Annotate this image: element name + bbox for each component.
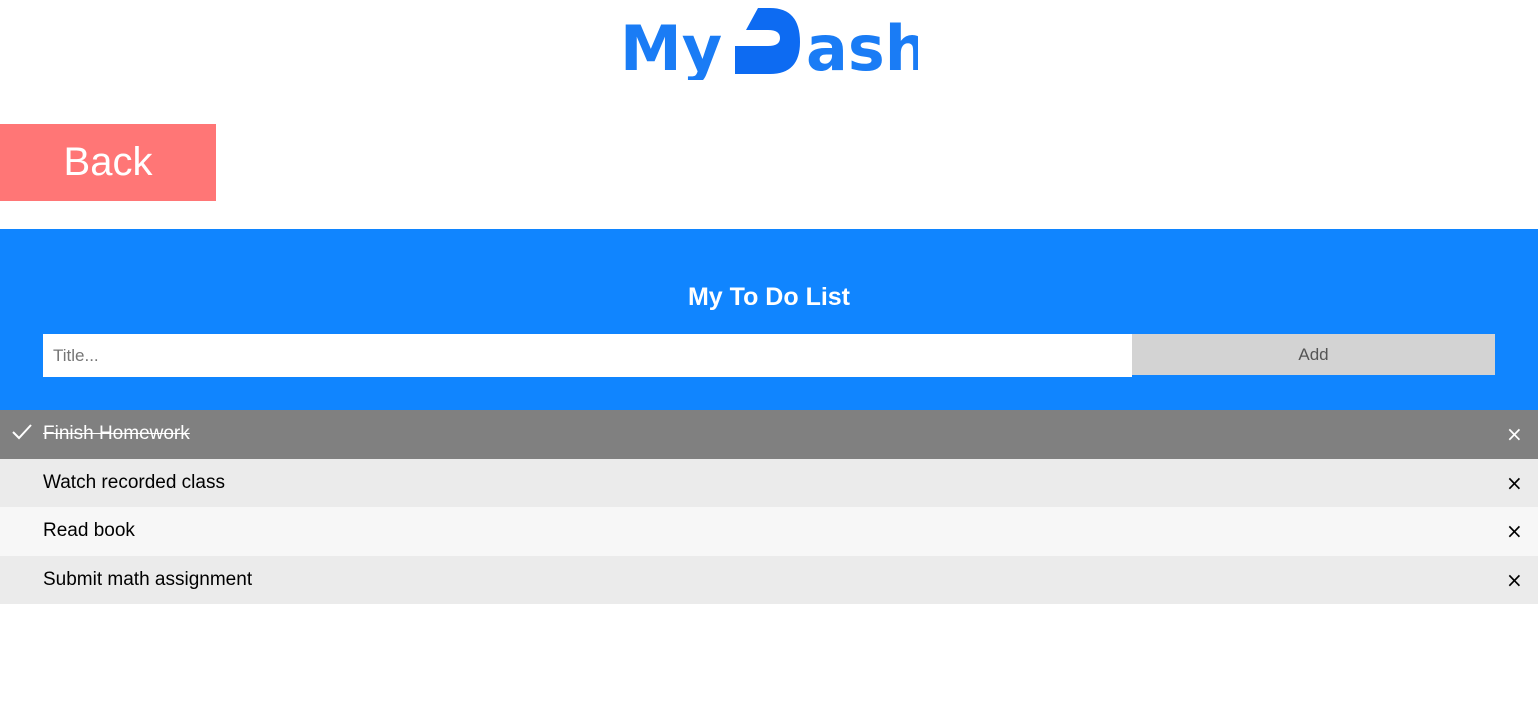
todo-list: Finish Homework × Watch recorded class ×… <box>0 410 1538 604</box>
todo-title-input[interactable] <box>43 334 1132 377</box>
todo-item-submit-math-assignment[interactable]: Submit math assignment × <box>0 555 1538 604</box>
todo-item-text: Read book <box>43 520 135 541</box>
app-logo: My ash <box>618 4 929 85</box>
todo-list-title: My To Do List <box>687 283 851 311</box>
logo-text-my: My <box>620 12 722 80</box>
checkmark-icon <box>12 424 32 440</box>
d-shape-logo-icon <box>735 8 800 74</box>
todo-item-text: Submit math assignment <box>43 568 253 590</box>
back-button[interactable]: Back <box>0 124 216 201</box>
logo-text-ash: ash <box>806 12 918 80</box>
todo-item-text: Watch recorded class <box>43 471 225 493</box>
todo-item-watch-recorded-class[interactable]: Watch recorded class × <box>0 458 1538 507</box>
close-icon[interactable]: × <box>1506 410 1523 458</box>
logo-graphic: My ash <box>620 8 929 85</box>
add-todo-button[interactable]: Add <box>1132 334 1495 375</box>
close-icon[interactable]: × <box>1506 507 1523 555</box>
todo-item-finish-homework[interactable]: Finish Homework × <box>0 410 1538 459</box>
todo-item-read-book[interactable]: Read book × <box>0 507 1538 556</box>
close-icon[interactable]: × <box>1506 459 1523 507</box>
close-icon[interactable]: × <box>1506 556 1523 604</box>
todo-item-text: Finish Homework <box>43 423 190 444</box>
todo-header-panel: My To Do List Add <box>0 229 1538 410</box>
